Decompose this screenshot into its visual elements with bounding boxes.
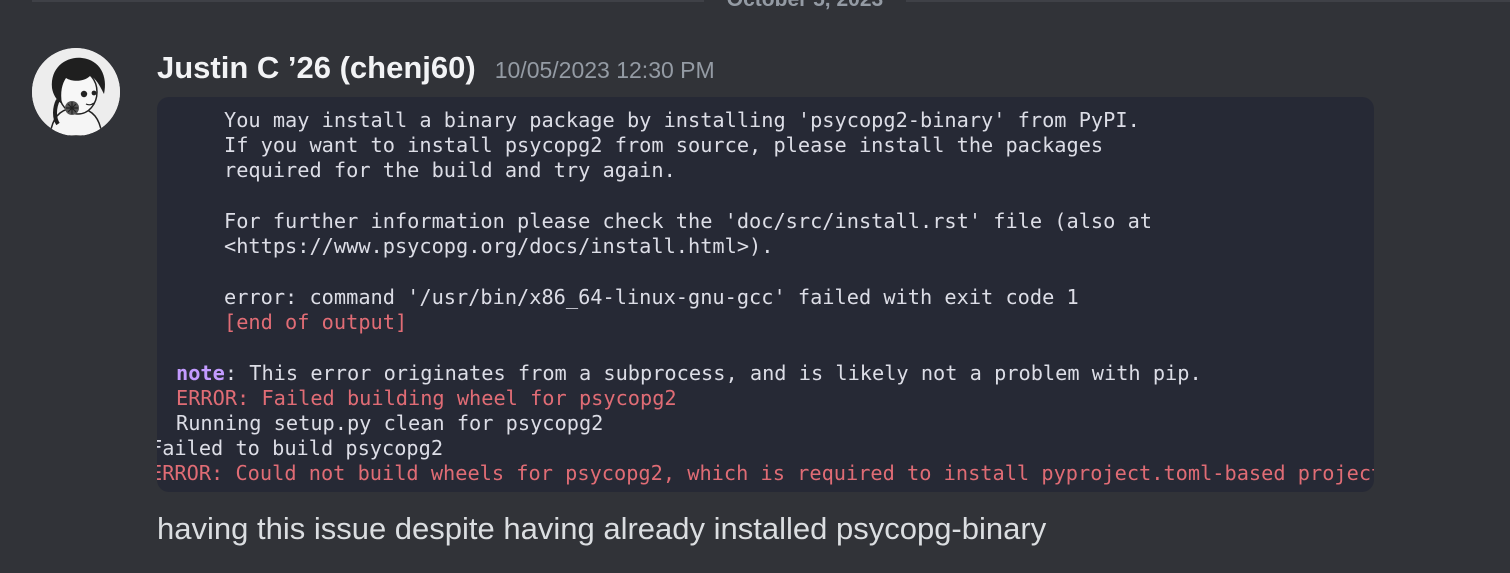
terminal-line: Running setup.py clean for psycopg2 — [176, 411, 604, 435]
terminal-line-error: [end of output] — [224, 310, 408, 334]
note-label: note — [176, 361, 225, 385]
terminal-line-note: note: This error originates from a subpr… — [176, 361, 1202, 386]
terminal-line: You may install a binary package by inst… — [224, 108, 1140, 132]
terminal-line: <https://www.psycopg.org/docs/install.ht… — [224, 234, 774, 258]
terminal-line: For further information please check the… — [224, 209, 1152, 233]
date-divider-line-right — [906, 0, 1510, 2]
terminal-line: Failed to build psycopg2 — [157, 436, 444, 460]
date-divider-label: October 5, 2023 — [704, 0, 906, 12]
message-content: having this issue despite having already… — [157, 511, 1047, 546]
message-timestamp[interactable]: 10/05/2023 12:30 PM — [495, 50, 715, 90]
terminal-line-error: ERROR: Failed building wheel for psycopg… — [176, 386, 677, 410]
avatar[interactable] — [32, 48, 120, 136]
note-text: : This error originates from a subproces… — [224, 361, 1202, 385]
username[interactable]: Justin C ’26 (chenj60) — [157, 48, 476, 88]
terminal-line: If you want to install psycopg2 from sou… — [224, 133, 1104, 157]
message-header: Justin C ’26 (chenj60) 10/05/2023 12:30 … — [157, 48, 715, 92]
terminal-line: required for the build and try again. — [224, 158, 676, 182]
image-attachment[interactable]: You may install a binary package by inst… — [157, 97, 1374, 492]
avatar-image — [32, 48, 120, 136]
date-divider-line-left — [32, 0, 704, 2]
terminal-line: error: command '/usr/bin/x86_64-linux-gn… — [224, 285, 1079, 309]
terminal-line-error: ERROR: Could not build wheels for psycop… — [157, 461, 1374, 485]
